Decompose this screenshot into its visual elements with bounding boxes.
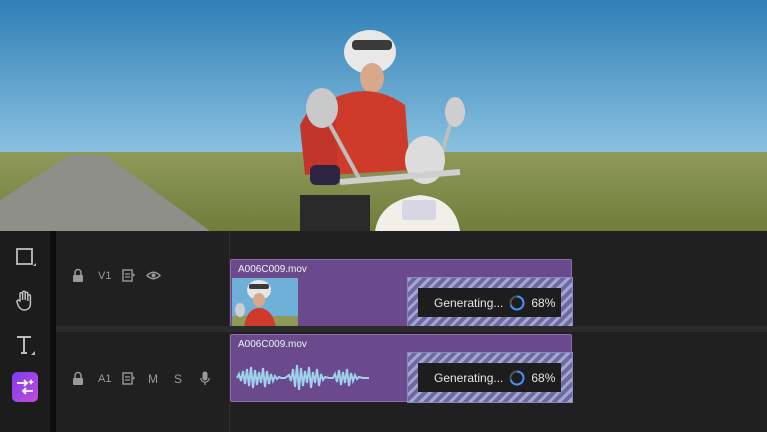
eye-icon[interactable] <box>145 268 161 282</box>
video-clip[interactable]: A006C009.mov Generating... 68% <box>230 259 573 328</box>
sync-lock-icon[interactable] <box>121 371 137 385</box>
timeline-tracks: V1 A006C009.mov Generating... 68% A1 M S… <box>56 231 767 432</box>
clip-name: A006C009.mov <box>238 339 307 350</box>
audio-track-label: A1 <box>98 373 112 385</box>
audio-track-header: A1 M S <box>56 332 229 432</box>
clip-thumbnail <box>232 278 298 327</box>
lock-icon[interactable] <box>71 370 85 386</box>
progress-percent: 68% <box>531 370 556 385</box>
generation-overlay: Generating... 68% <box>407 352 573 403</box>
tool-panel <box>0 231 50 432</box>
hand-tool-icon[interactable] <box>11 287 39 315</box>
audio-waveform <box>236 364 369 391</box>
generation-status: Generating... 68% <box>418 288 561 317</box>
mute-button[interactable]: M <box>148 372 158 386</box>
rectangle-tool-icon[interactable] <box>11 243 39 271</box>
progress-spinner-icon <box>509 295 525 310</box>
clip-name: A006C009.mov <box>238 264 307 275</box>
video-track-header: V1 <box>56 231 229 326</box>
text-tool-icon[interactable] <box>11 331 39 359</box>
generation-status: Generating... 68% <box>418 363 561 392</box>
progress-spinner-icon <box>509 370 525 385</box>
video-preview <box>0 0 767 231</box>
audio-clip[interactable]: A006C009.mov Generating... 68% <box>230 334 573 403</box>
generating-label: Generating... <box>434 295 504 310</box>
timeline-editor: V1 A006C009.mov Generating... 68% A1 M S… <box>0 231 767 432</box>
generating-label: Generating... <box>434 370 504 385</box>
sync-lock-icon[interactable] <box>121 268 137 282</box>
generation-overlay: Generating... 68% <box>407 277 573 328</box>
lock-icon[interactable] <box>71 267 85 283</box>
video-track-label: V1 <box>98 270 112 282</box>
solo-button[interactable]: S <box>174 372 182 386</box>
progress-percent: 68% <box>531 295 556 310</box>
microphone-icon[interactable] <box>199 370 211 386</box>
generative-extend-tool-icon[interactable] <box>12 372 38 402</box>
